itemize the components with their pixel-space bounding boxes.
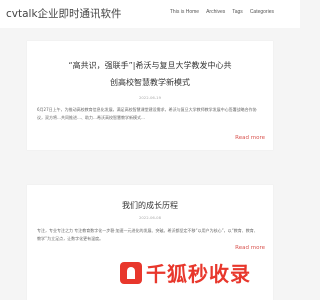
post-card: “高共识，强联手”|希沃与复旦大学教发中心共 创高校智慧教学新模式 2022-0… — [27, 41, 273, 150]
post-date: 2022-06-19 — [138, 95, 162, 100]
post-title-line-1[interactable]: “高共识，强联手”|希沃与复旦大学教发中心共 — [27, 59, 273, 72]
nav-tags-link[interactable]: Tags — [232, 9, 243, 15]
nav-home-link[interactable]: This is Home — [170, 9, 199, 15]
post-title-line-1[interactable]: 我们的成长历程 — [27, 199, 273, 212]
read-more-link[interactable]: Read more — [235, 245, 265, 251]
main-nav: This is Home Archives Tags Categories — [170, 9, 274, 15]
nav-archives-link[interactable]: Archives — [206, 9, 225, 15]
read-more-link[interactable]: Read more — [235, 135, 265, 141]
watermark-text: 千狐秒收录 — [146, 262, 251, 286]
post-excerpt: 6月27日上午，为推动高校教育信息化发展，满足高校智慧课堂建设需求，希沃与复旦大… — [37, 107, 257, 120]
post-excerpt: 专注，专业专注之力 专注教育数字化—步稳·加速—元进化的发展、突破。希沃都坚定不… — [37, 228, 258, 241]
watermark: 千狐秒收录 — [120, 258, 251, 287]
site-title[interactable]: cvtalk企业即时通讯软件 — [6, 6, 122, 21]
post-title-line-2[interactable]: 创高校智慧教学新模式 — [27, 76, 273, 89]
nav-categories-link[interactable]: Categories — [250, 9, 274, 15]
watermark-logo-icon — [120, 261, 142, 284]
site-header: cvtalk企业即时通讯软件 This is Home Archives Tag… — [0, 0, 300, 28]
post-date: 2022-06-08 — [138, 215, 162, 220]
